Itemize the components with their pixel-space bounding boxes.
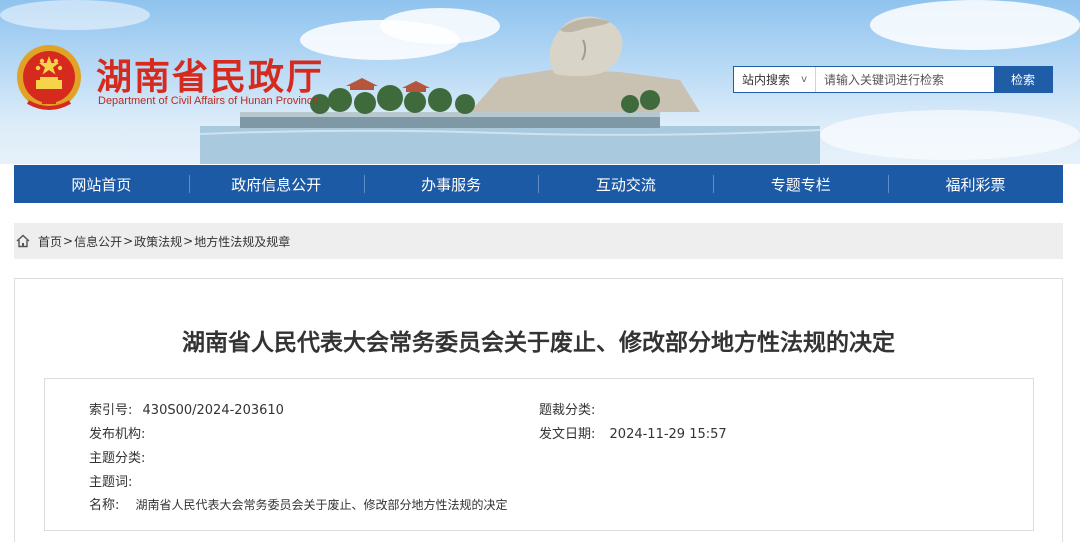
main-nav: 网站首页 政府信息公开 办事服务 互动交流 专题专栏 福利彩票 bbox=[14, 165, 1063, 203]
nav-item-interaction[interactable]: 互动交流 bbox=[538, 165, 713, 203]
article-panel: 湖南省人民代表大会常务委员会关于废止、修改部分地方性法规的决定 索引号: 430… bbox=[14, 278, 1063, 542]
breadcrumb-local-regulations[interactable]: 地方性法规及规章 bbox=[194, 233, 290, 250]
breadcrumb-info-disclosure[interactable]: 信息公开 bbox=[74, 233, 122, 250]
article-title: 湖南省人民代表大会常务委员会关于废止、修改部分地方性法规的决定 bbox=[182, 330, 895, 356]
breadcrumb-separator: > bbox=[123, 234, 134, 248]
meta-index-label: 索引号: bbox=[89, 403, 133, 418]
nav-item-gov-info[interactable]: 政府信息公开 bbox=[188, 165, 364, 203]
chevron-down-icon: v bbox=[801, 74, 807, 85]
nav-item-welfare-lottery[interactable]: 福利彩票 bbox=[888, 165, 1063, 203]
meta-keywords-label: 主题词: bbox=[89, 475, 133, 490]
site-title[interactable]: 湖南省民政厅 bbox=[96, 48, 324, 100]
breadcrumb-policy-regulations[interactable]: 政策法规 bbox=[134, 233, 182, 250]
header-banner: 湖南省民政厅 Department of Civil Affairs of Hu… bbox=[0, 0, 1080, 164]
search-button[interactable]: 检索 bbox=[994, 67, 1052, 92]
meta-name: 名称: 湖南省人民代表大会常务委员会关于废止、修改部分地方性法规的决定 bbox=[89, 494, 508, 513]
breadcrumb-separator: > bbox=[183, 234, 194, 248]
meta-index-value: 430S00/2024-203610 bbox=[142, 403, 284, 418]
cloud-decoration bbox=[820, 110, 1080, 160]
search-input[interactable] bbox=[816, 67, 994, 92]
meta-date-value: 2024-11-29 15:57 bbox=[609, 427, 727, 442]
meta-name-label: 名称: bbox=[89, 498, 120, 513]
meta-publisher: 发布机构: bbox=[89, 423, 145, 442]
cloud-decoration bbox=[870, 0, 1080, 50]
cloud-decoration bbox=[0, 0, 150, 30]
article-metadata-box: 索引号: 430S00/2024-203610 发布机构: 主题分类: 主题词:… bbox=[44, 378, 1034, 531]
national-emblem-icon bbox=[17, 45, 81, 110]
meta-publisher-label: 发布机构: bbox=[89, 427, 146, 442]
meta-date-label: 发文日期: bbox=[539, 427, 596, 442]
nav-item-special-topics[interactable]: 专题专栏 bbox=[713, 165, 888, 203]
search-scope-label: 站内搜索 bbox=[742, 73, 791, 87]
site-subtitle: Department of Civil Affairs of Hunan Pro… bbox=[98, 95, 319, 107]
search-scope-dropdown[interactable]: 站内搜索 v bbox=[734, 67, 816, 92]
meta-genre-label: 题裁分类: bbox=[539, 403, 596, 418]
meta-keywords: 主题词: bbox=[89, 471, 132, 490]
meta-index: 索引号: 430S00/2024-203610 bbox=[89, 399, 284, 418]
breadcrumb-home[interactable]: 首页 bbox=[38, 233, 62, 250]
nav-item-services[interactable]: 办事服务 bbox=[363, 165, 539, 203]
breadcrumb-separator: > bbox=[63, 234, 74, 248]
home-icon[interactable] bbox=[15, 233, 31, 249]
meta-name-value: 湖南省人民代表大会常务委员会关于废止、修改部分地方性法规的决定 bbox=[135, 498, 508, 512]
meta-topic: 主题分类: bbox=[89, 447, 145, 466]
breadcrumb: 首页 > 信息公开 > 政策法规 > 地方性法规及规章 bbox=[14, 223, 1063, 259]
meta-date: 发文日期: 2024-11-29 15:57 bbox=[539, 423, 727, 442]
meta-genre: 题裁分类: bbox=[539, 399, 595, 418]
search-bar: 站内搜索 v 检索 bbox=[733, 66, 1053, 93]
nav-item-home[interactable]: 网站首页 bbox=[14, 165, 189, 203]
meta-topic-label: 主题分类: bbox=[89, 451, 146, 466]
